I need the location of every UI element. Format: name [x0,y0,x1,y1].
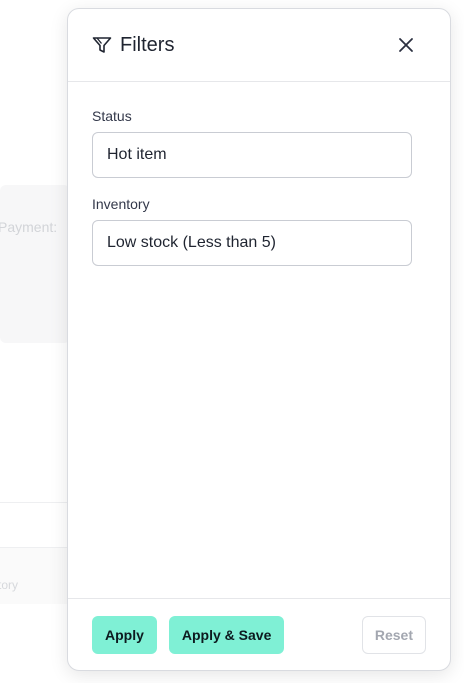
background-payment-label: Payment: [0,219,58,235]
status-input[interactable] [92,132,412,178]
inventory-input[interactable] [92,220,412,266]
panel-body: Status Inventory [68,82,450,598]
inventory-label: Inventory [92,196,150,212]
background-inventory-column: tory [0,578,19,592]
apply-save-button[interactable]: Apply & Save [168,615,285,654]
reset-button[interactable]: Reset [361,616,426,654]
inventory-field: Inventory [92,196,426,266]
panel-footer: Apply Apply & Save Reset [68,598,450,670]
apply-button[interactable]: Apply [92,615,157,654]
background-divider [0,502,70,503]
status-label: Status [92,108,132,124]
background-card [0,185,70,343]
background-table-header [0,548,70,604]
panel-header: Filters [68,9,450,82]
close-icon[interactable] [396,35,416,55]
filter-icon [92,36,112,54]
panel-title: Filters [120,33,175,56]
filters-panel: Filters Status Inventory Apply Apply & S… [67,8,451,671]
status-field: Status [92,108,426,178]
